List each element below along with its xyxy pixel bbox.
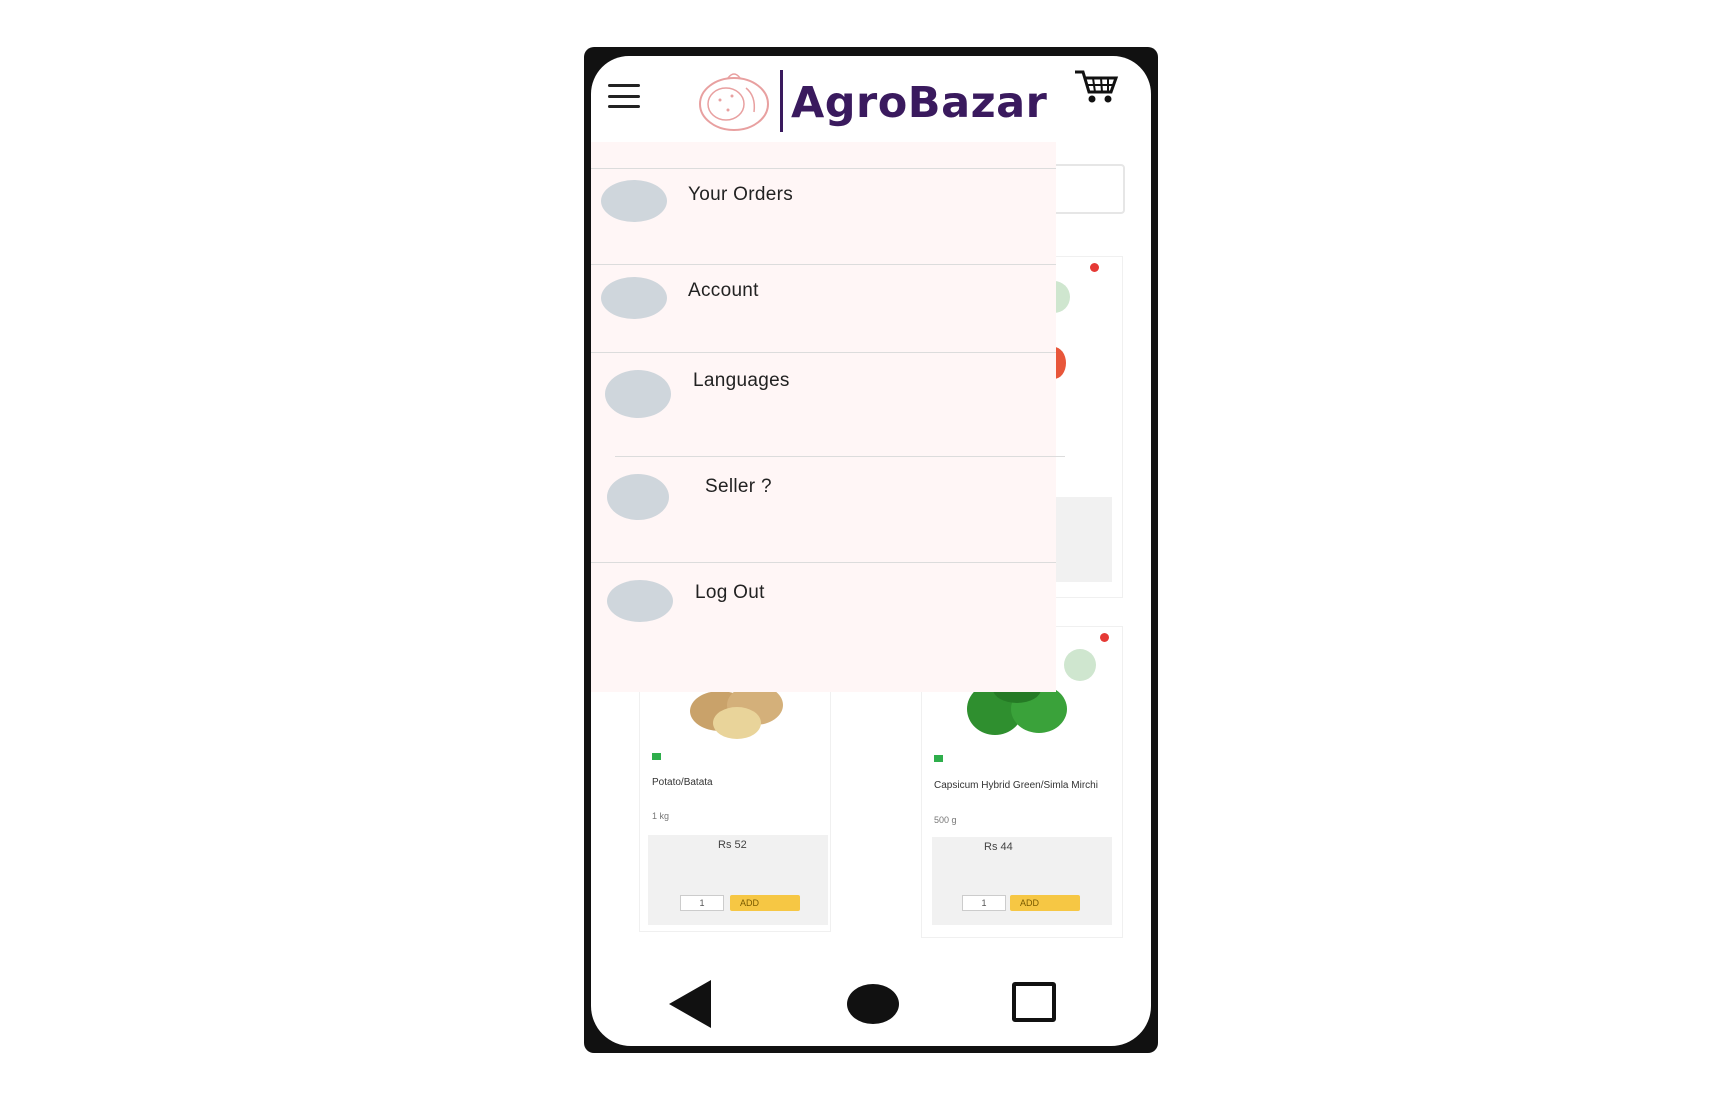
top-bar: AgroBazar: [591, 56, 1151, 146]
veg-mark: [652, 753, 661, 760]
home-icon[interactable]: [847, 984, 899, 1024]
menu-item-label: Log Out: [695, 582, 765, 603]
price-box: Rs 44 1 ADD: [932, 837, 1112, 925]
product-price: Rs 44: [984, 841, 1013, 853]
logo-divider: [780, 70, 783, 132]
app-title: AgroBazar: [791, 78, 1048, 128]
menu-item-account[interactable]: Account: [591, 266, 1056, 350]
drawer-divider: [591, 562, 1056, 563]
product-weight: 500 g: [934, 815, 957, 825]
product-name: Potato/Batata: [652, 777, 713, 788]
drawer-divider: [591, 264, 1056, 265]
app-logo: AgroBazar: [696, 66, 1047, 136]
system-nav-bar: [591, 976, 1151, 1046]
menu-item-label: Account: [688, 280, 759, 301]
seller-icon: [607, 474, 669, 520]
menu-item-label: Your Orders: [688, 184, 794, 205]
menu-item-languages[interactable]: Languages: [591, 356, 1056, 446]
product-price: Rs 52: [718, 839, 747, 851]
drawer-divider: [615, 456, 1065, 457]
menu-item-log-out[interactable]: Log Out: [591, 566, 1056, 666]
veg-mark: [934, 755, 943, 762]
cart-icon[interactable]: [1073, 66, 1119, 106]
add-button[interactable]: ADD: [1010, 895, 1080, 911]
drawer-divider: [591, 168, 1056, 169]
menu-item-label: Languages: [693, 370, 790, 391]
discount-badge: [1100, 633, 1109, 642]
product-name: Capsicum Hybrid Green/Simla Mirchi: [934, 780, 1098, 791]
menu-item-label: Seller ?: [705, 476, 772, 497]
navigation-drawer: Your Orders Account Languages Seller ? L…: [591, 142, 1065, 692]
discount-badge: [1090, 263, 1099, 272]
phone-frame: AgroBazar Potato/Batata 1 kg Rs 52 1 ADD…: [584, 47, 1158, 1053]
orders-icon: [601, 180, 667, 222]
add-button[interactable]: ADD: [730, 895, 800, 911]
tomato-logo-icon: [699, 73, 769, 131]
quantity-input[interactable]: 1: [962, 895, 1006, 911]
account-icon: [601, 277, 667, 319]
app-screen: AgroBazar Potato/Batata 1 kg Rs 52 1 ADD…: [591, 56, 1151, 1046]
menu-item-your-orders[interactable]: Your Orders: [591, 170, 1056, 254]
hamburger-icon[interactable]: [604, 78, 644, 114]
drawer-divider: [591, 352, 1056, 353]
back-icon[interactable]: [669, 980, 711, 1028]
languages-icon: [605, 370, 671, 418]
recent-apps-icon[interactable]: [1012, 982, 1056, 1022]
quantity-input[interactable]: 1: [680, 895, 724, 911]
product-weight: 1 kg: [652, 811, 670, 821]
price-box: Rs 52 1 ADD: [648, 835, 828, 925]
logout-icon: [607, 580, 673, 622]
menu-item-seller[interactable]: Seller ?: [591, 460, 1056, 560]
